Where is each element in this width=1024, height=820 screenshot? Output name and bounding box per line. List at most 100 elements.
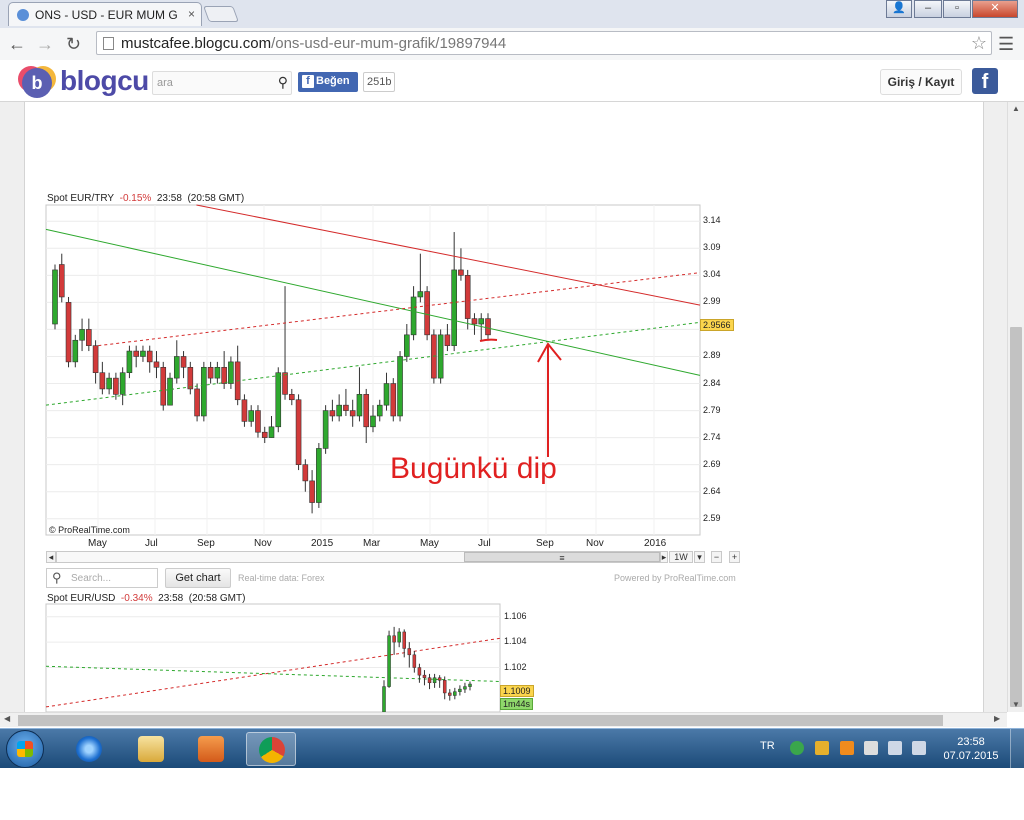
language-indicator[interactable]: TR [760, 740, 775, 752]
chart1-y-tick-label: 2.79 [703, 404, 721, 415]
internet-explorer-icon [76, 736, 102, 762]
timeframe-dropdown-icon[interactable]: ▾ [694, 551, 705, 563]
chart1-x-tick-label: Jul [145, 538, 158, 549]
chart1-candle-body [478, 318, 485, 325]
chart2-candle-body [437, 677, 442, 681]
chart-search-input[interactable]: ⚲ Search... [46, 568, 158, 588]
chart1-candle-body [133, 350, 139, 357]
windows-logo-icon [17, 741, 33, 757]
chart1-candle-body [86, 329, 92, 346]
chart1-candle-body [167, 377, 173, 406]
chart1-candle-body [268, 426, 275, 438]
system-clock[interactable]: 23:58 07.07.2015 [942, 735, 1000, 763]
taskbar-explorer[interactable] [126, 732, 176, 766]
chart1-y-tick-label: 3.14 [703, 215, 721, 226]
chart1-candle-body [58, 264, 65, 298]
chart1-y-tick-label: 2.84 [703, 377, 721, 388]
chart2-title: Spot EUR/USD -0.34% 23:58 (20:58 GMT) [47, 593, 245, 604]
chart1-candle-body [464, 275, 471, 319]
taskbar-internet-explorer[interactable] [64, 732, 114, 766]
chart1-candle-body [288, 394, 295, 401]
scroll-left-button[interactable]: ◂ [46, 551, 56, 563]
zoom-in-button[interactable]: + [729, 551, 740, 563]
chart1-candle-body [92, 345, 99, 374]
chart1-x-tick-label: Nov [586, 538, 604, 549]
get-chart-button[interactable]: Get chart [165, 568, 231, 588]
network-icon[interactable] [888, 741, 902, 755]
tray-network-app-icon[interactable] [815, 741, 829, 755]
horizontal-scrollbar[interactable]: ◀ ▶ [0, 712, 1007, 727]
chart1-y-tick-label: 2.59 [703, 512, 721, 523]
vertical-scroll-thumb[interactable] [1010, 327, 1022, 707]
show-desktop-button[interactable] [1010, 729, 1024, 769]
chart2-time: 23:58 [158, 593, 184, 604]
chart1-candle-body [241, 399, 248, 422]
chart1-candle-body [485, 318, 491, 336]
chart2-candle-body [407, 648, 412, 656]
scroll-right-icon[interactable]: ▶ [994, 714, 1000, 723]
vertical-scrollbar[interactable]: ▲ ▼ [1007, 102, 1024, 712]
chart1-candle-body [187, 366, 194, 390]
chart2-candle-body [412, 654, 417, 668]
chart1-candle-body [261, 431, 268, 438]
chart1-candle-body [437, 334, 444, 379]
volume-icon[interactable] [912, 741, 926, 755]
scroll-right-button[interactable]: ▸ [660, 551, 668, 563]
chart1-candle-body [79, 329, 85, 341]
horizontal-scroll-thumb[interactable] [18, 715, 943, 726]
chart1-candle-body [248, 410, 255, 422]
chart1-range-thumb[interactable]: ≡ [464, 552, 660, 563]
scroll-down-icon[interactable]: ▼ [1012, 700, 1020, 709]
chart1-candle-body [356, 394, 363, 417]
chart1-credit: © ProRealTime.com [49, 525, 130, 535]
zoom-out-button[interactable]: − [711, 551, 722, 563]
chart2-frame [45, 603, 501, 713]
chart1-x-tick-label: May [420, 538, 439, 549]
chart1-y-tick-label: 3.09 [703, 242, 721, 253]
chart2-candle-body [422, 674, 427, 678]
powered-by-link[interactable]: Powered by ProRealTime.com [614, 573, 736, 583]
chart1-candle-body [322, 410, 329, 449]
chart1-candle-body [376, 404, 383, 417]
chart2-candle-body [387, 635, 391, 687]
start-button[interactable] [6, 730, 44, 768]
timeframe-select[interactable]: 1W [669, 551, 693, 563]
scroll-left-icon[interactable]: ◀ [4, 714, 10, 723]
tray-app-icon[interactable] [790, 741, 804, 755]
chart2-candle-body [448, 692, 452, 696]
chart2-candle-body [463, 686, 467, 690]
chart1-candle-body [214, 366, 221, 379]
tray-mail-icon[interactable] [840, 741, 854, 755]
chart2-candle-body [432, 677, 437, 684]
chart1-x-tick-label: May [88, 538, 107, 549]
chart1-candle-body [316, 448, 322, 503]
chart1-plot[interactable] [0, 0, 1024, 820]
action-center-flag-icon[interactable] [864, 741, 878, 755]
annotation-text: Bugünkü dip [390, 452, 557, 485]
chart1-candle-body [173, 356, 180, 379]
chart1-candle-body [52, 269, 58, 325]
chart1-candle-body [309, 480, 315, 503]
chart1-candle-body [451, 269, 457, 346]
chart2-candle-body [442, 679, 447, 694]
chart2-time-label: 1m44s [500, 698, 534, 710]
taskbar-media-player[interactable] [186, 732, 236, 766]
chart2-candle-body [417, 667, 422, 676]
chart1-x-tick-label: Sep [197, 538, 215, 549]
chart1-candle-body [410, 296, 417, 336]
chart1-y-tick-label: 2.89 [703, 350, 721, 361]
scroll-up-icon[interactable]: ▲ [1012, 104, 1020, 113]
clock-time: 23:58 [957, 736, 985, 748]
taskbar-chrome[interactable] [246, 732, 296, 766]
chart1-candle-body [458, 269, 464, 276]
media-player-icon [198, 736, 224, 762]
chart1-y-tick-label: 2.69 [703, 458, 721, 469]
chart1-candle-body [194, 388, 200, 417]
chrome-icon [259, 737, 285, 763]
chart1-candle-body [370, 415, 376, 428]
chart1-candle-body [106, 377, 112, 390]
chart1-candle-body [363, 394, 370, 428]
chart1-candle-body [302, 464, 309, 482]
chart2-candle-body [402, 631, 406, 649]
chart1-candle-body [390, 383, 397, 417]
